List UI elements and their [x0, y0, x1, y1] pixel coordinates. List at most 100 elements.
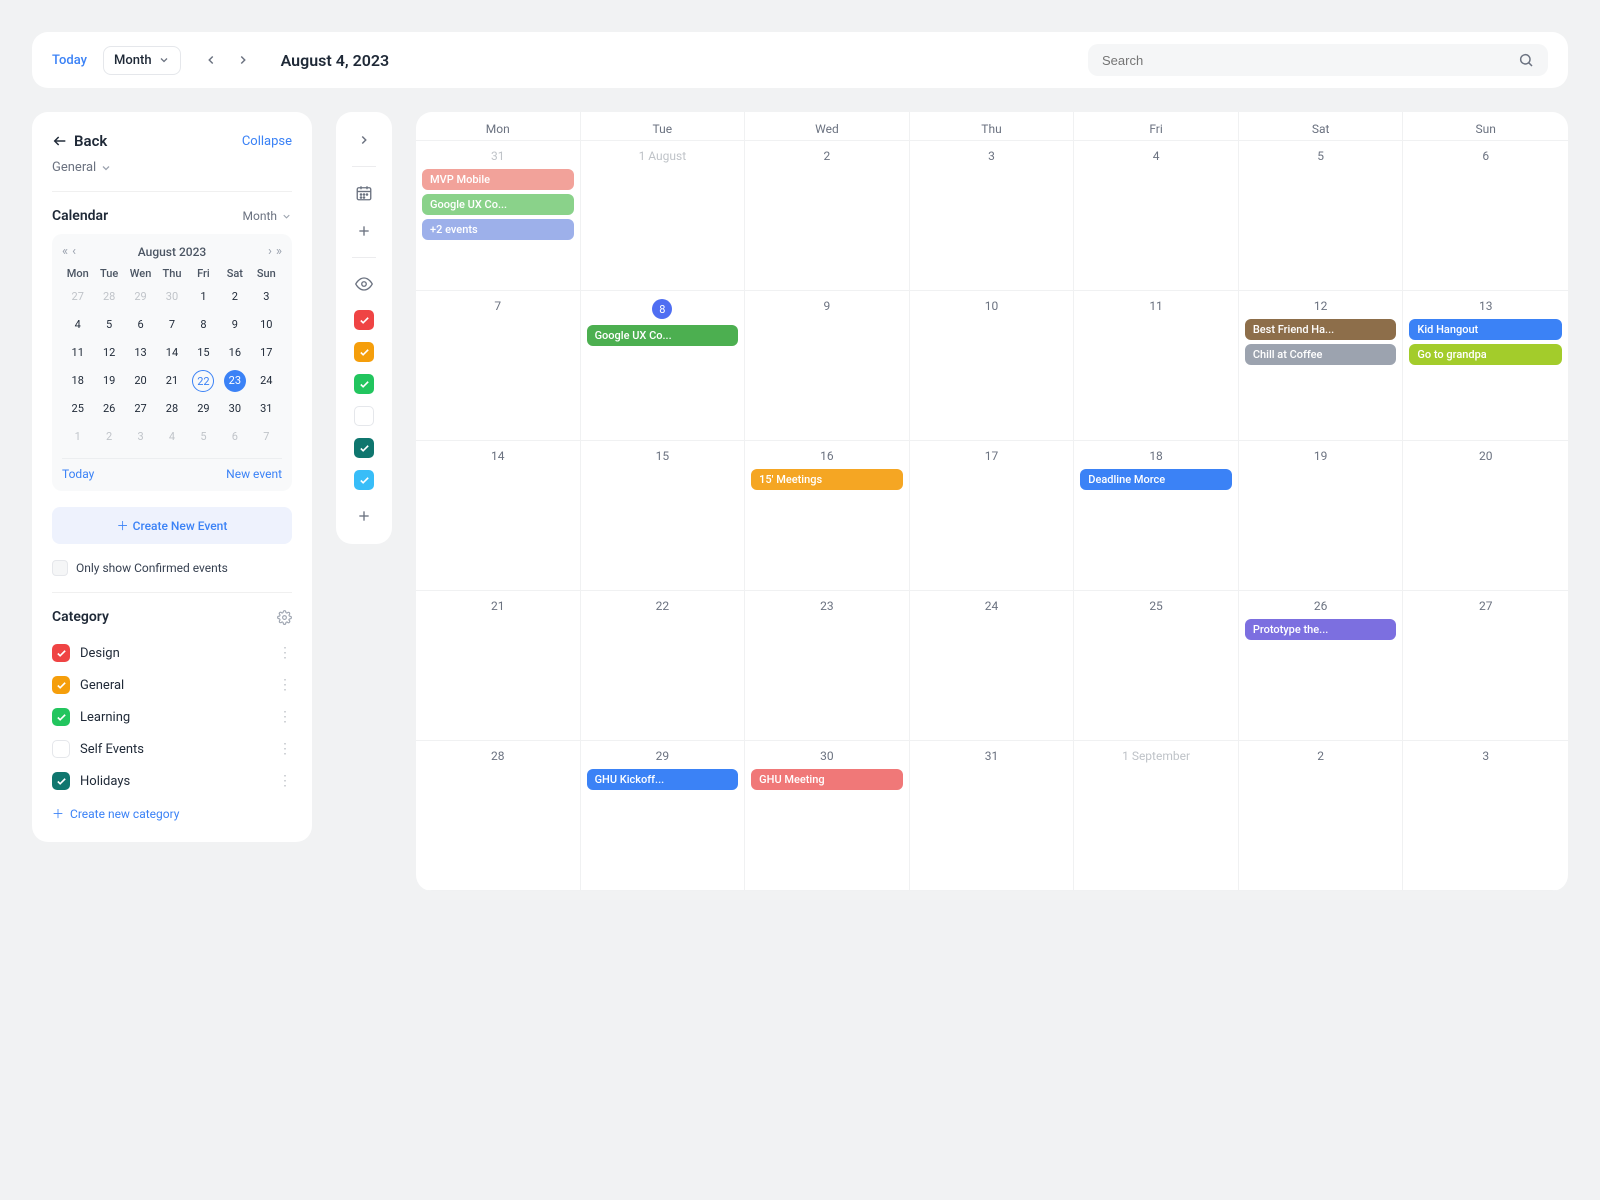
mini-cal-day[interactable]: 19	[98, 370, 120, 392]
calendar-cell[interactable]: 18Deadline Morce	[1074, 441, 1239, 591]
calendar-cell[interactable]: 2	[1239, 741, 1404, 891]
event-pill[interactable]: Google UX Co...	[422, 194, 574, 215]
event-pill[interactable]: GHU Meeting	[751, 769, 903, 790]
toolbar-category-checkbox[interactable]	[354, 374, 374, 394]
mini-cal-day[interactable]: 4	[161, 426, 183, 448]
mini-cal-day[interactable]: 5	[192, 426, 214, 448]
mini-cal-day[interactable]: 7	[255, 426, 277, 448]
mini-cal-day[interactable]: 26	[98, 398, 120, 420]
mini-cal-day[interactable]: 31	[255, 398, 277, 420]
calendar-cell[interactable]: 6	[1403, 141, 1568, 291]
mini-cal-day[interactable]: 22	[192, 370, 214, 392]
calendar-cell[interactable]: 25	[1074, 591, 1239, 741]
mini-cal-day[interactable]: 30	[224, 398, 246, 420]
calendar-cell[interactable]: 24	[910, 591, 1075, 741]
mini-cal-day[interactable]: 25	[67, 398, 89, 420]
mini-cal-day[interactable]: 13	[130, 342, 152, 364]
mini-cal-day[interactable]: 18	[67, 370, 89, 392]
mc-prev-year[interactable]: «	[62, 244, 68, 259]
mini-view-select[interactable]: Month	[243, 209, 292, 223]
mini-cal-day[interactable]: 7	[161, 314, 183, 336]
calendar-cell[interactable]: 14	[416, 441, 581, 591]
event-pill[interactable]: Go to grandpa	[1409, 344, 1562, 365]
event-pill[interactable]: MVP Mobile	[422, 169, 574, 190]
calendar-icon-button[interactable]	[352, 181, 376, 205]
mini-cal-day[interactable]: 2	[224, 286, 246, 308]
collapse-link[interactable]: Collapse	[242, 134, 292, 149]
calendar-cell[interactable]: 28	[416, 741, 581, 891]
category-menu-button[interactable]: ⋮	[278, 677, 292, 693]
calendar-cell[interactable]: 2	[745, 141, 910, 291]
calendar-cell[interactable]: 8Google UX Co...	[581, 291, 746, 441]
mini-cal-day[interactable]: 1	[192, 286, 214, 308]
category-menu-button[interactable]: ⋮	[278, 741, 292, 757]
mini-cal-day[interactable]: 27	[130, 398, 152, 420]
category-menu-button[interactable]: ⋮	[278, 645, 292, 661]
mini-cal-day[interactable]: 2	[98, 426, 120, 448]
create-event-button[interactable]: ＋Create New Event	[52, 507, 292, 544]
event-pill[interactable]: Google UX Co...	[587, 325, 739, 346]
general-select[interactable]: General	[52, 160, 292, 192]
event-pill[interactable]: GHU Kickoff...	[587, 769, 739, 790]
category-menu-button[interactable]: ⋮	[278, 709, 292, 725]
mini-today-link[interactable]: Today	[62, 467, 94, 481]
visibility-button[interactable]	[352, 272, 376, 296]
mini-cal-day[interactable]: 20	[130, 370, 152, 392]
mini-cal-day[interactable]: 29	[192, 398, 214, 420]
prev-button[interactable]	[197, 46, 225, 74]
mini-cal-day[interactable]: 23	[224, 370, 246, 392]
calendar-cell[interactable]: 12Best Friend Ha...Chill at Coffee	[1239, 291, 1404, 441]
event-pill[interactable]: Prototype the...	[1245, 619, 1397, 640]
event-pill[interactable]: Chill at Coffee	[1245, 344, 1397, 365]
today-link[interactable]: Today	[52, 53, 87, 68]
mini-cal-day[interactable]: 29	[130, 286, 152, 308]
mini-cal-day[interactable]: 6	[130, 314, 152, 336]
calendar-cell[interactable]: 13Kid HangoutGo to grandpa	[1403, 291, 1568, 441]
category-checkbox[interactable]	[52, 740, 70, 758]
mini-cal-day[interactable]: 27	[67, 286, 89, 308]
mini-cal-day[interactable]: 16	[224, 342, 246, 364]
mini-cal-day[interactable]: 9	[224, 314, 246, 336]
toolbar-category-checkbox[interactable]	[354, 406, 374, 426]
calendar-cell[interactable]: 21	[416, 591, 581, 741]
mc-next-month[interactable]: ›	[268, 244, 272, 259]
mini-cal-day[interactable]: 28	[98, 286, 120, 308]
event-pill[interactable]: 15' Meetings	[751, 469, 903, 490]
calendar-cell[interactable]: 1 August	[581, 141, 746, 291]
mc-prev-month[interactable]: ‹	[72, 244, 76, 259]
calendar-cell[interactable]: 19	[1239, 441, 1404, 591]
calendar-cell[interactable]: 10	[910, 291, 1075, 441]
view-select[interactable]: Month	[103, 46, 181, 75]
calendar-cell[interactable]: 23	[745, 591, 910, 741]
mini-cal-day[interactable]: 28	[161, 398, 183, 420]
mini-cal-day[interactable]: 8	[192, 314, 214, 336]
calendar-cell[interactable]: 4	[1074, 141, 1239, 291]
mini-cal-day[interactable]: 6	[224, 426, 246, 448]
calendar-cell[interactable]: 31MVP MobileGoogle UX Co...+2 events	[416, 141, 581, 291]
toolbar-category-checkbox[interactable]	[354, 470, 374, 490]
mini-cal-day[interactable]: 15	[192, 342, 214, 364]
mini-cal-day[interactable]: 3	[255, 286, 277, 308]
category-checkbox[interactable]	[52, 676, 70, 694]
calendar-cell[interactable]: 3	[910, 141, 1075, 291]
mini-cal-day[interactable]: 5	[98, 314, 120, 336]
mini-cal-day[interactable]: 3	[130, 426, 152, 448]
confirmed-checkbox[interactable]	[52, 560, 68, 576]
search-input[interactable]	[1102, 53, 1518, 68]
mini-cal-day[interactable]: 10	[255, 314, 277, 336]
category-menu-button[interactable]: ⋮	[278, 773, 292, 789]
mc-next-year[interactable]: »	[276, 244, 282, 259]
gear-icon[interactable]	[277, 610, 292, 625]
calendar-cell[interactable]: 9	[745, 291, 910, 441]
toolbar-category-checkbox[interactable]	[354, 342, 374, 362]
calendar-cell[interactable]: 3	[1403, 741, 1568, 891]
calendar-cell[interactable]: 27	[1403, 591, 1568, 741]
mini-cal-day[interactable]: 4	[67, 314, 89, 336]
mini-new-event-link[interactable]: New event	[226, 467, 282, 481]
add-button[interactable]	[352, 219, 376, 243]
mini-cal-day[interactable]: 21	[161, 370, 183, 392]
event-pill[interactable]: Deadline Morce	[1080, 469, 1232, 490]
calendar-cell[interactable]: 17	[910, 441, 1075, 591]
calendar-cell[interactable]: 1615' Meetings	[745, 441, 910, 591]
calendar-cell[interactable]: 26Prototype the...	[1239, 591, 1404, 741]
